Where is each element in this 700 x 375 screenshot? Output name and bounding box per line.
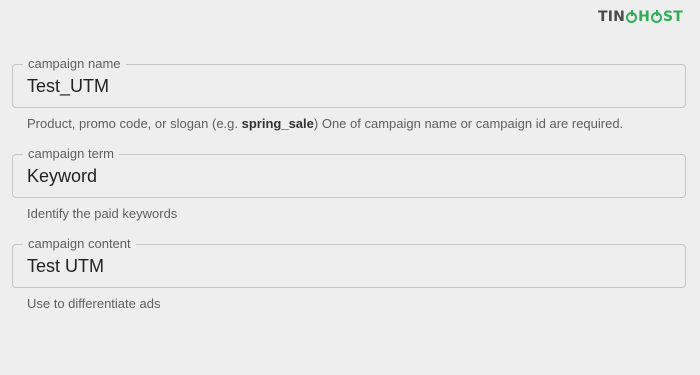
campaign-name-label: campaign name <box>23 55 126 73</box>
campaign-term-input[interactable]: Keyword <box>27 165 97 187</box>
campaign-content-label: campaign content <box>23 235 136 253</box>
brand-logo-o2-icon <box>651 9 662 23</box>
campaign-name-helper: Product, promo code, or slogan (e.g. spr… <box>27 115 623 133</box>
campaign-content-field[interactable]: campaign content Test UTM <box>12 235 686 288</box>
campaign-term-helper: Identify the paid keywords <box>27 206 178 221</box>
campaign-name-helper-example: spring_sale <box>241 116 314 131</box>
campaign-content-input[interactable]: Test UTM <box>27 255 104 277</box>
campaign-term-label: campaign term <box>23 145 119 163</box>
brand-logo: TIN H ST <box>598 8 683 26</box>
campaign-name-helper-pre: Product, promo code, or slogan (e.g. <box>27 116 242 131</box>
campaign-name-helper-post: ) One of campaign name or campaign id ar… <box>313 116 624 131</box>
campaign-term-field[interactable]: campaign term Keyword <box>12 145 686 198</box>
campaign-content-helper: Use to differentiate ads <box>27 296 161 311</box>
campaign-name-input[interactable]: Test_UTM <box>27 75 109 97</box>
brand-logo-text-host-st: ST <box>663 9 684 25</box>
brand-logo-text-tin: TIN <box>598 9 626 25</box>
brand-logo-text-host-h: H <box>638 9 650 25</box>
campaign-name-field[interactable]: campaign name Test_UTM <box>12 55 686 108</box>
brand-logo-o-icon <box>626 9 638 23</box>
